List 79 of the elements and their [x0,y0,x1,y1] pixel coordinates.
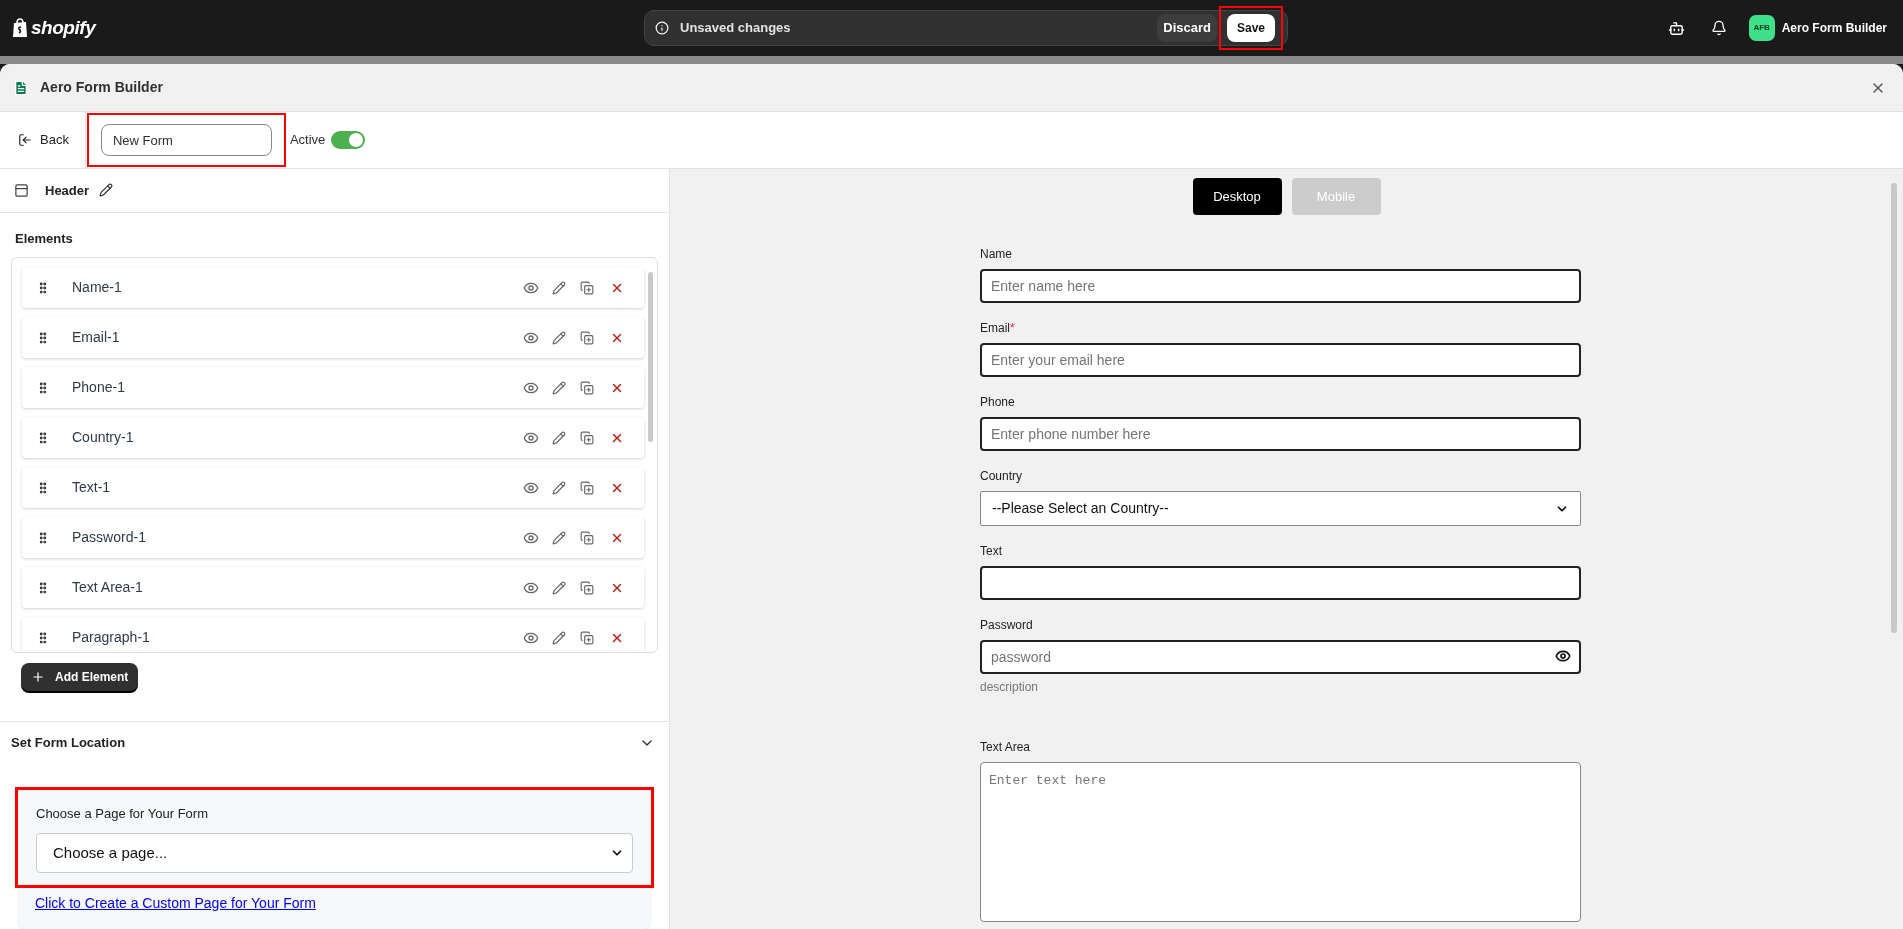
duplicate-icon[interactable] [580,280,594,295]
country-dropdown[interactable]: --Please Select an Country-- [980,491,1581,526]
element-row[interactable]: Email-1 [22,317,644,359]
show-password-icon[interactable] [1555,648,1571,664]
edit-icon[interactable] [552,580,566,595]
chooser-label: Choose a Page for Your Form [36,804,209,823]
element-row[interactable]: Password-1 [22,517,644,559]
required-asterisk: * [1010,320,1015,337]
field-label: Text [980,543,1002,560]
form-name-field[interactable]: New Form [100,124,272,156]
element-name: Country-1 [72,428,135,448]
text-area-field[interactable]: Enter text here [980,762,1581,922]
edit-icon[interactable] [552,330,566,345]
element-name: Password-1 [72,528,147,548]
field-label: Password [980,617,1033,634]
discard-button[interactable]: Discard [1157,14,1217,42]
field-label: Country [980,468,1023,485]
unsaved-message: Unsaved changes [680,19,791,38]
logo-wordmark: shopify [31,15,96,40]
header-section-icon [14,182,29,198]
edit-icon[interactable] [552,380,566,395]
password-field[interactable]: password [980,640,1581,674]
plus-icon [31,669,45,684]
element-row[interactable]: Text Area-1 [22,567,644,609]
edit-icon[interactable] [552,280,566,295]
edit-icon[interactable] [552,530,566,545]
document-icon [13,79,29,96]
element-row[interactable]: Text-1 [22,467,644,509]
store-avatar[interactable]: AFB [1748,15,1775,41]
field-label: Name [980,246,1012,263]
field-label: Email [980,320,1010,337]
add-element-button[interactable]: Add Element [21,662,139,691]
back-button[interactable]: Back [0,112,86,168]
duplicate-icon[interactable] [580,380,594,395]
scrollbar[interactable] [1891,183,1897,633]
header-label: Header [45,181,90,200]
view-tab[interactable]: Desktop [1192,178,1282,215]
edit-icon[interactable] [552,480,566,495]
element-name: Text Area-1 [72,578,144,598]
back-icon [18,133,32,147]
element-row[interactable]: Paragraph-1 [22,617,644,652]
text-field[interactable]: Enter phone number here [980,417,1581,451]
info-icon [655,21,669,35]
notifications-icon[interactable] [1710,20,1727,36]
field-label: Phone [980,394,1015,411]
duplicate-icon[interactable] [580,480,594,495]
element-row[interactable]: Phone-1 [22,367,644,409]
element-name: Paragraph-1 [72,628,151,648]
element-name: Email-1 [72,328,121,348]
scrollbar[interactable] [648,272,653,443]
edit-icon[interactable] [552,430,566,445]
text-field[interactable]: Enter name here [980,269,1581,303]
create-page-link[interactable]: Click to Create a Custom Page for Your Form [35,893,316,914]
text-field[interactable] [980,566,1581,600]
save-button[interactable]: Save [1226,14,1275,42]
text-field[interactable]: Enter your email here [980,343,1581,377]
elements-heading: Elements [14,229,74,248]
duplicate-icon[interactable] [580,630,594,645]
location-heading: Set Form Location [11,734,127,753]
edit-icon[interactable] [99,183,114,198]
element-row[interactable]: Name-1 [22,267,644,309]
duplicate-icon[interactable] [580,580,594,595]
active-label: Active [289,131,326,150]
window-title: Aero Form Builder [40,78,163,97]
robot-icon[interactable] [1667,19,1685,37]
active-switch[interactable] [331,131,366,149]
element-name: Phone-1 [72,378,126,398]
element-name: Name-1 [72,278,123,298]
element-name: Text-1 [72,478,112,498]
field-description: description [980,679,1040,696]
store-name[interactable]: Aero Form Builder [1781,19,1887,37]
duplicate-icon[interactable] [580,330,594,345]
shopping-bag-logo-icon [12,18,28,38]
element-row[interactable]: Country-1 [22,417,644,459]
duplicate-icon[interactable] [580,530,594,545]
duplicate-icon[interactable] [580,430,594,445]
edit-icon[interactable] [552,630,566,645]
page-dropdown[interactable]: Choose a page... [36,833,633,873]
field-label: Text Area [980,739,1031,756]
